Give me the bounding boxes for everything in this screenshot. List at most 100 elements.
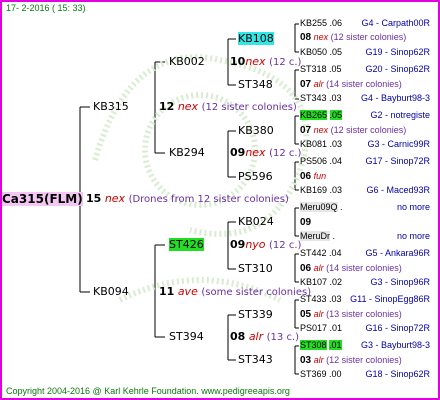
gen2-id[interactable]: KB294: [169, 146, 205, 159]
gen3-node[interactable]: PS596: [238, 170, 273, 184]
gen4-mid-row: 07 alr (14 sister colonies): [300, 79, 402, 90]
gen1-id[interactable]: KB094: [93, 285, 129, 298]
gen4-colonies: (14 sister colonies): [326, 263, 402, 273]
gen3-id[interactable]: ST339: [238, 308, 273, 321]
connector-kb024: [294, 207, 299, 237]
gen2-node[interactable]: ST394: [169, 330, 204, 344]
gen4-num: 08: [300, 32, 312, 43]
gen4-mid-row: 03 alr (12 sister colonies): [300, 355, 402, 366]
gen2-info: 10nex (12 c.): [230, 55, 301, 70]
gen2-id[interactable]: ST426: [169, 238, 204, 251]
gen4-marking: alr: [313, 79, 324, 89]
gen4-marking: fun: [313, 171, 327, 181]
gen3-id[interactable]: ST310: [238, 262, 273, 275]
gen1-num: 11: [159, 285, 175, 298]
timestamp: 17- 2-2016 ( 15: 33): [6, 3, 86, 13]
gen2-id[interactable]: KB002: [169, 55, 205, 68]
footer-copyright: Copyright 2004-2016 @ Karl Kehrle Founda…: [6, 386, 199, 396]
gen2-marking: nyo: [245, 238, 266, 251]
gen4-location: G11 - SinopEgg86R: [350, 294, 430, 304]
gen3-node[interactable]: KB024: [238, 215, 274, 229]
gen4-num: 06: [300, 171, 312, 182]
gen4-location: G19 - Sinop62R: [365, 47, 430, 57]
gen4-location: G5 - Ankara96R: [365, 248, 430, 258]
gen3-node[interactable]: ST310: [238, 262, 273, 276]
connector-st339: [294, 299, 299, 329]
gen4-colonies: (12 sister colonies): [330, 32, 407, 42]
gen4-marking: alr: [313, 263, 324, 273]
gen4-colonies: (12 sister colonies): [326, 355, 402, 365]
gen2-num: 10: [230, 55, 246, 68]
gen2-colonies: (12 c.): [269, 57, 302, 68]
root-id[interactable]: Ca315(FLM): [2, 192, 83, 206]
gen1-marking: ave: [177, 285, 198, 298]
root-marking: nex: [104, 192, 126, 205]
gen4-mid-row: 09: [300, 217, 311, 228]
gen3-id[interactable]: ST348: [238, 78, 273, 91]
gen2-node[interactable]: KB294: [169, 146, 205, 160]
gen4-location: G20 - Sinop62R: [365, 64, 430, 74]
gen3-node[interactable]: KB380: [238, 124, 274, 138]
gen2-node[interactable]: ST426: [169, 238, 204, 252]
gen2-num: 09: [230, 146, 246, 159]
footer-url[interactable]: www.pedigreeapis.org: [201, 386, 290, 396]
gen4-location: G4 - Carpath00R: [361, 18, 430, 28]
gen3-id[interactable]: KB108: [238, 32, 274, 45]
gen4-location: G6 - Maced93R: [366, 185, 430, 195]
gen2-colonies: (12 c.): [269, 240, 302, 251]
gen4-num: 05: [300, 309, 312, 320]
root-node[interactable]: Ca315(FLM): [2, 192, 83, 207]
gen4-mid-row: 06 alr (14 sister colonies): [300, 263, 402, 274]
root-generation: 15 nex (Drones from 12 sister colonies): [86, 192, 289, 207]
gen3-id[interactable]: KB380: [238, 124, 274, 137]
gen4-location: no more: [396, 202, 430, 212]
gen4-num: 03: [300, 355, 312, 366]
gen4-colonies: (13 sister colonies): [326, 309, 402, 319]
gen4-marking: nex: [313, 125, 329, 135]
gen4-location: G4 - Bayburt98-3: [360, 93, 430, 103]
gen1-node[interactable]: KB094: [93, 285, 129, 299]
gen4-colonies: (12 sister colonies): [330, 125, 407, 135]
gen2-node[interactable]: KB002: [169, 55, 205, 69]
gen3-node[interactable]: KB108: [238, 32, 274, 46]
gen1-info: 11 ave (some sister colonies): [159, 285, 311, 300]
gen4-location: no more: [396, 231, 430, 241]
connector-st348: [294, 69, 299, 100]
gen4-num: 07: [300, 79, 312, 90]
watermark-logo: [92, 54, 310, 303]
gen2-colonies: (12 c.): [269, 148, 302, 159]
gen3-node[interactable]: ST348: [238, 78, 273, 92]
gen1-node[interactable]: KB315: [93, 100, 129, 114]
gen2-colonies: (13 c.): [266, 332, 300, 343]
pedigree-canvas: 17- 2-2016 ( 15: 33) Ca315(FLM) 15 nex (…: [0, 0, 440, 400]
gen3-node[interactable]: ST343: [238, 353, 273, 367]
gen4-marking: alr: [313, 309, 324, 319]
gen2-info: 09nex (12 c.): [230, 146, 301, 161]
gen4-mid-row: 06 fun: [300, 171, 326, 182]
gen1-colonies: (12 sister colonies): [201, 102, 297, 113]
gen4-mid-row: 08 nex (12 sister colonies): [300, 32, 406, 43]
gen3-id[interactable]: PS596: [238, 170, 273, 183]
gen2-marking: nex: [245, 146, 266, 159]
gen4-location: G16 - Sinop72R: [365, 323, 430, 333]
gen4-num: 06: [300, 263, 312, 274]
gen2-id[interactable]: ST394: [169, 330, 204, 343]
gen3-id[interactable]: KB024: [238, 215, 274, 228]
connector-st343: [294, 345, 299, 375]
root-gen-number: 15: [86, 192, 102, 205]
gen1-colonies: (some sister colonies): [201, 287, 312, 298]
gen2-info: 09nyo (12 c.): [230, 238, 301, 253]
gen1-id[interactable]: KB315: [93, 100, 129, 113]
gen3-node[interactable]: ST339: [238, 308, 273, 322]
gen4-location: G18 - Sinop62R: [365, 369, 430, 379]
root-colonies: (Drones from 12 sister colonies): [128, 194, 289, 205]
connector-st310: [294, 253, 299, 283]
gen4-mid-row: 07 nex (12 sister colonies): [300, 125, 406, 136]
gen4-num: 07: [300, 125, 312, 136]
connector-kb380: [294, 115, 299, 145]
gen4-location: G3 - Sinop96R: [370, 277, 430, 287]
gen2-marking: nex: [245, 55, 266, 68]
gen1-marking: nex: [177, 100, 199, 113]
gen3-id[interactable]: ST343: [238, 353, 273, 366]
gen4-mid-row: 05 alr (13 sister colonies): [300, 309, 402, 320]
